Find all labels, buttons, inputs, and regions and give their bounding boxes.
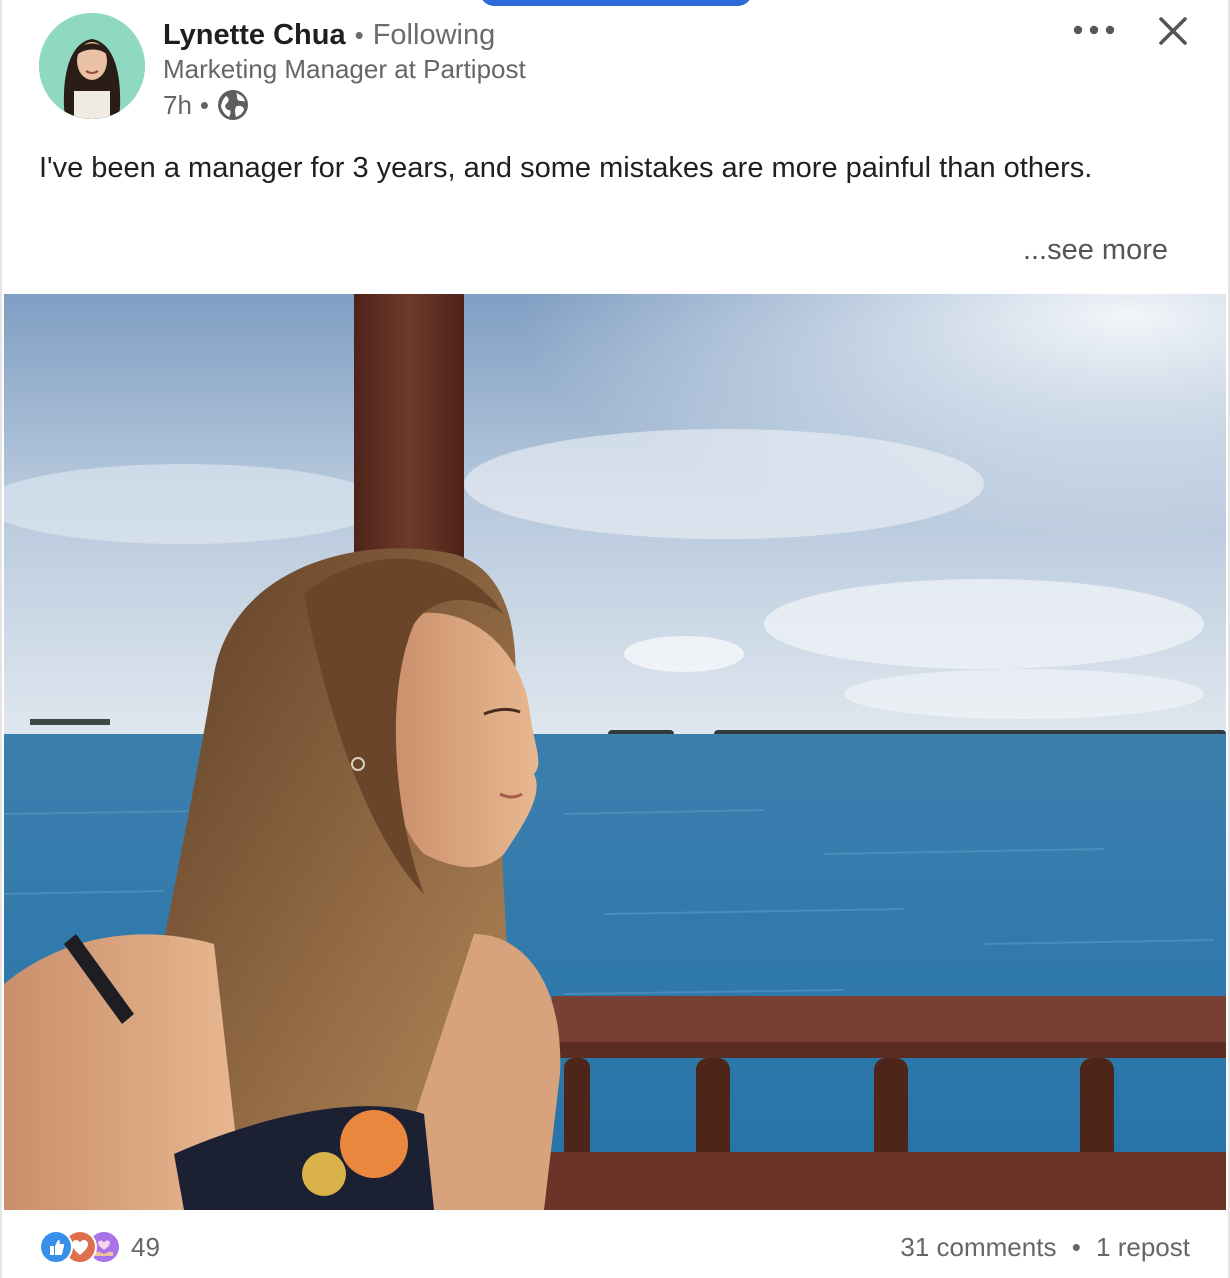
like-icon (39, 1230, 73, 1264)
globe-icon (217, 89, 249, 121)
post-text: I've been a manager for 3 years, and som… (39, 152, 1093, 184)
post-header: Lynette Chua • Following Marketing Manag… (163, 14, 526, 123)
author-avatar[interactable] (39, 13, 145, 119)
name-separator: • (354, 19, 364, 50)
post-photo (4, 294, 1226, 1210)
post-meta: 7h • (163, 87, 526, 123)
engagement-stats: 31 comments • 1 repost (900, 1232, 1190, 1263)
close-button[interactable] (1150, 8, 1196, 54)
reactions-summary[interactable]: 49 (39, 1230, 160, 1264)
close-icon (1159, 17, 1187, 45)
post-image[interactable] (4, 294, 1226, 1210)
stats-separator: • (1071, 1232, 1081, 1262)
post-time: 7h (163, 89, 192, 120)
new-posts-pill[interactable] (480, 0, 752, 6)
reaction-count: 49 (131, 1231, 160, 1262)
reposts-link[interactable]: 1 repost (1096, 1232, 1190, 1262)
author-headline: Marketing Manager at Partipost (163, 54, 526, 84)
more-options-button[interactable] (1064, 12, 1124, 48)
comments-link[interactable]: 31 comments (900, 1232, 1056, 1262)
avatar-photo (39, 13, 145, 119)
social-counts-bar: 49 31 comments • 1 repost (2, 1210, 1228, 1278)
author-row: Lynette Chua • Following (163, 14, 526, 56)
more-horizontal-icon (1073, 25, 1115, 35)
meta-separator: • (199, 89, 210, 120)
see-more-link[interactable]: ...see more (1023, 234, 1168, 267)
follow-status[interactable]: Following (373, 19, 496, 52)
post-card: Lynette Chua • Following Marketing Manag… (0, 0, 1230, 1278)
author-name[interactable]: Lynette Chua (163, 19, 346, 52)
